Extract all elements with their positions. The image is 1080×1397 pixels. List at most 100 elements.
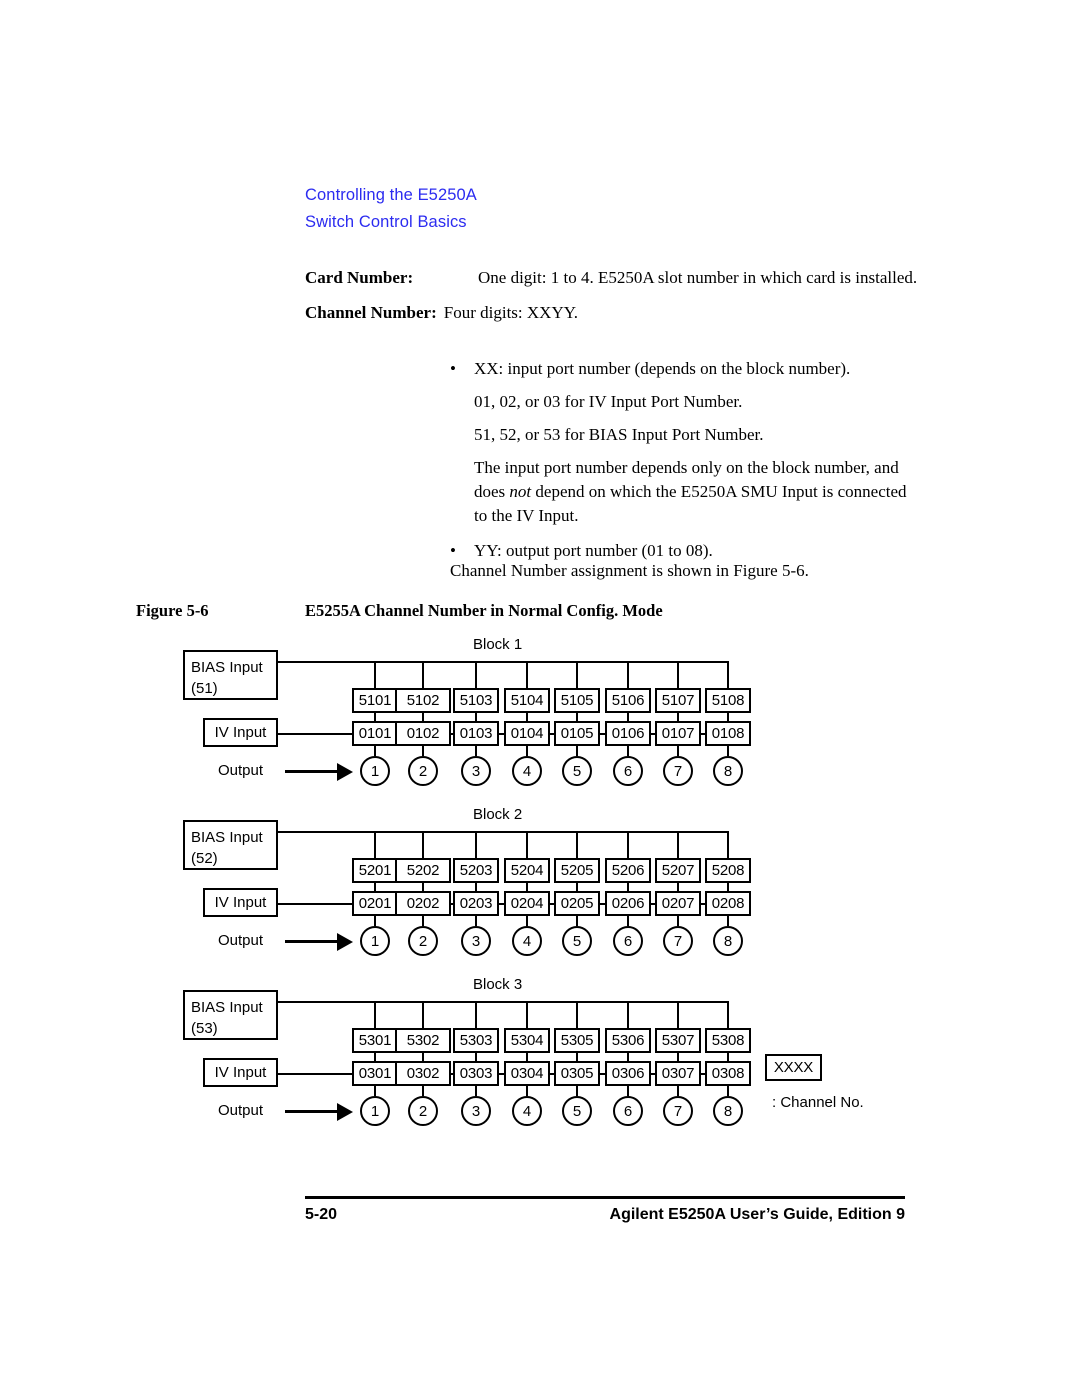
iv-channel-box-0301[interactable]: 0301: [352, 1061, 398, 1086]
output-circle-4[interactable]: 4: [512, 1096, 542, 1126]
iv-channel-box-0104[interactable]: 0104: [504, 721, 550, 746]
iv-channel-box-0206[interactable]: 0206: [605, 891, 651, 916]
output-circle-5[interactable]: 5: [562, 1096, 592, 1126]
box-connector-line-3: [475, 1053, 477, 1061]
output-circle-8[interactable]: 8: [713, 926, 743, 956]
iv-channel-box-0107[interactable]: 0107: [655, 721, 701, 746]
bias-channel-box-5305[interactable]: 5305: [554, 1028, 600, 1053]
bias-channel-box-5104[interactable]: 5104: [504, 688, 550, 713]
iv-channel-box-0306[interactable]: 0306: [605, 1061, 651, 1086]
bias-channel-box-5307[interactable]: 5307: [655, 1028, 701, 1053]
bias-channel-box-5202[interactable]: 5202: [395, 858, 451, 883]
iv-channel-box-0202[interactable]: 0202: [395, 891, 451, 916]
bias-drop-line-4: [526, 661, 528, 689]
bias-channel-box-5304[interactable]: 5304: [504, 1028, 550, 1053]
bias-channel-box-5301[interactable]: 5301: [352, 1028, 398, 1053]
bias-channel-box-5105[interactable]: 5105: [554, 688, 600, 713]
output-circle-3[interactable]: 3: [461, 1096, 491, 1126]
iv-channel-box-0101[interactable]: 0101: [352, 721, 398, 746]
output-circle-7[interactable]: 7: [663, 926, 693, 956]
bullet-text: XX: input port number (depends on the bl…: [474, 359, 851, 378]
bias-bus-line: [278, 661, 728, 663]
output-drop-line-1: [374, 746, 376, 756]
iv-channel-box-0208[interactable]: 0208: [705, 891, 751, 916]
output-drop-line-3: [475, 746, 477, 756]
bias-channel-box-5201[interactable]: 5201: [352, 858, 398, 883]
output-circle-6[interactable]: 6: [613, 756, 643, 786]
bias-channel-box-5103[interactable]: 5103: [453, 688, 499, 713]
iv-channel-box-0307[interactable]: 0307: [655, 1061, 701, 1086]
bias-channel-box-5203[interactable]: 5203: [453, 858, 499, 883]
output-circle-4[interactable]: 4: [512, 756, 542, 786]
bias-channel-box-5208[interactable]: 5208: [705, 858, 751, 883]
block-title-label: Block 2: [473, 806, 523, 823]
output-drop-line-4: [526, 746, 528, 756]
output-label: Output: [218, 1102, 264, 1119]
output-arrow-line: [285, 940, 340, 943]
iv-channel-box-0204[interactable]: 0204: [504, 891, 550, 916]
bias-channel-box-5107[interactable]: 5107: [655, 688, 701, 713]
bias-channel-box-5204[interactable]: 5204: [504, 858, 550, 883]
iv-channel-box-0207[interactable]: 0207: [655, 891, 701, 916]
bias-drop-line-7: [677, 661, 679, 689]
box-connector-line-6: [627, 713, 629, 721]
iv-channel-box-0205[interactable]: 0205: [554, 891, 600, 916]
bias-channel-box-5302[interactable]: 5302: [395, 1028, 451, 1053]
output-circle-1[interactable]: 1: [360, 1096, 390, 1126]
output-circle-2[interactable]: 2: [408, 926, 438, 956]
output-circle-3[interactable]: 3: [461, 756, 491, 786]
iv-channel-box-0303[interactable]: 0303: [453, 1061, 499, 1086]
iv-channel-box-0203[interactable]: 0203: [453, 891, 499, 916]
bias-channel-box-5207[interactable]: 5207: [655, 858, 701, 883]
bias-drop-line-5: [576, 1001, 578, 1029]
output-circle-6[interactable]: 6: [613, 926, 643, 956]
block-title-label: Block 3: [473, 976, 523, 993]
output-circle-4[interactable]: 4: [512, 926, 542, 956]
box-connector-line-4: [526, 1053, 528, 1061]
bias-channel-box-5101[interactable]: 5101: [352, 688, 398, 713]
bias-channel-box-5306[interactable]: 5306: [605, 1028, 651, 1053]
output-arrow-line: [285, 770, 340, 773]
bias-drop-line-3: [475, 661, 477, 689]
bias-drop-line-6: [627, 661, 629, 689]
bias-channel-box-5205[interactable]: 5205: [554, 858, 600, 883]
definition-list: Card Number: One digit: 1 to 4. E5250A s…: [305, 266, 925, 336]
output-circle-5[interactable]: 5: [562, 756, 592, 786]
bullet-list: • XX: input port number (depends on the …: [450, 357, 920, 572]
bias-drop-line-3: [475, 831, 477, 859]
bias-channel-box-5206[interactable]: 5206: [605, 858, 651, 883]
box-connector-line-8: [727, 713, 729, 721]
iv-channel-box-0201[interactable]: 0201: [352, 891, 398, 916]
output-circle-1[interactable]: 1: [360, 756, 390, 786]
iv-channel-box-0304[interactable]: 0304: [504, 1061, 550, 1086]
box-connector-line-6: [627, 883, 629, 891]
iv-channel-box-0105[interactable]: 0105: [554, 721, 600, 746]
output-circle-7[interactable]: 7: [663, 756, 693, 786]
output-circle-2[interactable]: 2: [408, 756, 438, 786]
bias-channel-box-5102[interactable]: 5102: [395, 688, 451, 713]
iv-channel-box-0302[interactable]: 0302: [395, 1061, 451, 1086]
bullet-glyph: •: [450, 359, 456, 378]
output-circle-3[interactable]: 3: [461, 926, 491, 956]
block-group-1: Block 1 BIAS Input (51) IV Input Output 5101 0…: [0, 636, 1080, 796]
output-drop-line-2: [422, 746, 424, 756]
iv-channel-box-0103[interactable]: 0103: [453, 721, 499, 746]
iv-channel-box-0305[interactable]: 0305: [554, 1061, 600, 1086]
output-circle-5[interactable]: 5: [562, 926, 592, 956]
bias-channel-box-5303[interactable]: 5303: [453, 1028, 499, 1053]
iv-channel-box-0106[interactable]: 0106: [605, 721, 651, 746]
output-circle-1[interactable]: 1: [360, 926, 390, 956]
iv-channel-box-0308[interactable]: 0308: [705, 1061, 751, 1086]
bias-channel-box-5108[interactable]: 5108: [705, 688, 751, 713]
bias-channel-box-5308[interactable]: 5308: [705, 1028, 751, 1053]
output-drop-line-7: [677, 1086, 679, 1096]
bias-channel-box-5106[interactable]: 5106: [605, 688, 651, 713]
output-circle-6[interactable]: 6: [613, 1096, 643, 1126]
iv-channel-box-0102[interactable]: 0102: [395, 721, 451, 746]
output-circle-8[interactable]: 8: [713, 756, 743, 786]
output-circle-7[interactable]: 7: [663, 1096, 693, 1126]
output-circle-8[interactable]: 8: [713, 1096, 743, 1126]
iv-channel-box-0108[interactable]: 0108: [705, 721, 751, 746]
figure-number: Figure 5-6: [136, 601, 209, 620]
output-circle-2[interactable]: 2: [408, 1096, 438, 1126]
